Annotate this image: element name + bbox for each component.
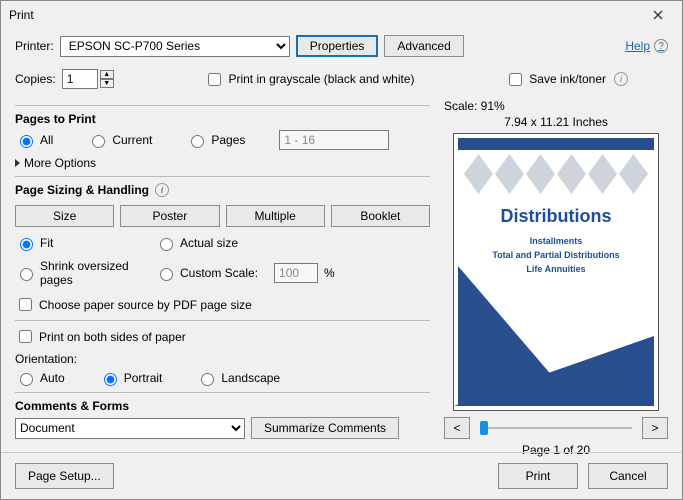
triangle-right-icon xyxy=(15,159,20,167)
multiple-tab[interactable]: Multiple xyxy=(226,205,325,227)
info-icon: i xyxy=(155,183,169,197)
footer: Page Setup... Print Cancel xyxy=(1,452,682,499)
info-icon: i xyxy=(614,72,628,86)
printer-label: Printer: xyxy=(15,39,54,53)
pages-range-input[interactable] xyxy=(279,130,389,150)
comments-title: Comments & Forms xyxy=(15,399,430,413)
dimensions-text: 7.94 x 11.21 Inches xyxy=(444,115,668,129)
copies-down[interactable]: ▼ xyxy=(100,79,114,88)
content: Printer: EPSON SC-P700 Series Properties… xyxy=(1,29,682,467)
printer-select[interactable]: EPSON SC-P700 Series xyxy=(60,36,290,57)
scale-text: Scale: 91% xyxy=(444,99,668,113)
cancel-button[interactable]: Cancel xyxy=(588,463,668,489)
preview-doc-title: Distributions xyxy=(458,206,654,227)
orient-auto-radio[interactable]: Auto xyxy=(15,370,65,386)
custom-scale-input[interactable] xyxy=(274,263,318,283)
size-tab[interactable]: Size xyxy=(15,205,114,227)
orientation-label: Orientation: xyxy=(15,352,430,366)
page-setup-button[interactable]: Page Setup... xyxy=(15,463,114,489)
both-sides-checkbox[interactable]: Print on both sides of paper xyxy=(15,327,430,346)
orient-landscape-radio[interactable]: Landscape xyxy=(196,370,280,386)
copies-up[interactable]: ▲ xyxy=(100,70,114,79)
print-button[interactable]: Print xyxy=(498,463,578,489)
properties-button[interactable]: Properties xyxy=(296,35,379,57)
window-title: Print xyxy=(9,8,34,22)
preview-prev-button[interactable]: < xyxy=(444,417,470,439)
copies-label: Copies: xyxy=(15,72,56,86)
actual-radio[interactable]: Actual size xyxy=(155,235,420,251)
pages-range-radio[interactable]: Pages xyxy=(186,132,245,148)
pct-label: % xyxy=(324,266,335,280)
titlebar: Print xyxy=(1,1,682,29)
custom-scale-radio[interactable]: Custom Scale: xyxy=(155,265,258,281)
preview-next-button[interactable]: > xyxy=(642,417,668,439)
pages-to-print-title: Pages to Print xyxy=(15,112,430,126)
summarize-button[interactable]: Summarize Comments xyxy=(251,417,399,439)
preview-canvas: Distributions Installments Total and Par… xyxy=(453,133,659,411)
saveink-checkbox[interactable]: Save ink/toner xyxy=(505,70,606,89)
orient-portrait-radio[interactable]: Portrait xyxy=(99,370,163,386)
help-link[interactable]: Help ? xyxy=(625,39,668,53)
poster-tab[interactable]: Poster xyxy=(120,205,219,227)
preview-sub2: Total and Partial Distributions xyxy=(458,250,654,260)
close-icon xyxy=(653,10,663,20)
preview-sub1: Installments xyxy=(458,236,654,246)
sizing-title: Page Sizing & Handling i xyxy=(15,183,430,197)
copies-row: Copies: ▲ ▼ Print in grayscale (black an… xyxy=(15,69,668,89)
advanced-button[interactable]: Advanced xyxy=(384,35,463,57)
preview-slider[interactable] xyxy=(476,418,636,438)
more-options-toggle[interactable]: More Options xyxy=(15,156,430,170)
copies-spinner: ▲ ▼ xyxy=(62,69,114,89)
print-dialog: Print Printer: EPSON SC-P700 Series Prop… xyxy=(0,0,683,500)
printer-row: Printer: EPSON SC-P700 Series Properties… xyxy=(15,35,668,57)
pages-all-radio[interactable]: All xyxy=(15,132,53,148)
pages-current-radio[interactable]: Current xyxy=(87,132,152,148)
close-button[interactable] xyxy=(642,5,674,25)
comments-select[interactable]: Document xyxy=(15,418,245,439)
booklet-tab[interactable]: Booklet xyxy=(331,205,430,227)
shrink-radio[interactable]: Shrink oversized pages xyxy=(15,259,145,287)
grayscale-checkbox[interactable]: Print in grayscale (black and white) xyxy=(204,70,414,89)
copies-input[interactable] xyxy=(62,69,98,89)
help-label: Help xyxy=(625,39,650,53)
fit-radio[interactable]: Fit xyxy=(15,235,145,251)
paper-by-size-checkbox[interactable]: Choose paper source by PDF page size xyxy=(15,295,430,314)
help-icon: ? xyxy=(654,39,668,53)
preview-panel: Scale: 91% 7.94 x 11.21 Inches Distribut… xyxy=(444,99,668,457)
